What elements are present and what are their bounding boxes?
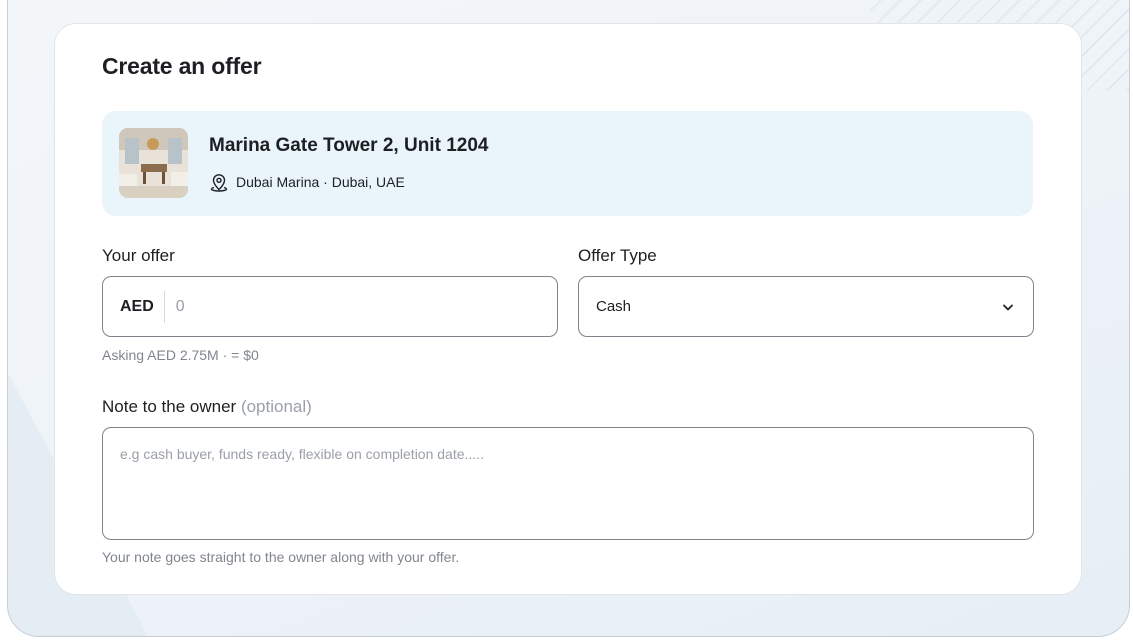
location-pin-icon [209,172,229,192]
offer-type-select[interactable]: Cash [578,276,1034,337]
note-label: Note to the owner (optional) [102,397,312,417]
property-summary: Marina Gate Tower 2, Unit 1204 Dubai Mar… [102,111,1033,216]
note-label-text: Note to the owner [102,397,237,416]
note-optional-tag: (optional) [240,397,312,416]
chevron-down-icon [1001,300,1015,314]
property-thumbnail [119,128,188,198]
property-name: Marina Gate Tower 2, Unit 1204 [209,135,489,156]
page-title: Create an offer [102,53,262,79]
currency-prefix: AED [103,290,165,323]
property-location-text: Dubai Marina · Dubai, UAE [236,174,405,190]
offer-label: Your offer [102,246,175,265]
offer-type-value: Cash [596,298,632,315]
offer-card: Create an offer Marina Gate Tower 2, Uni… [54,23,1082,595]
offer-amount-field[interactable]: AED [102,276,558,337]
note-textarea[interactable] [102,427,1034,540]
property-location: Dubai Marina · Dubai, UAE [209,172,405,192]
offer-type-label: Offer Type [578,246,657,265]
asking-price-hint: Asking AED 2.75M · = $0 [102,347,259,363]
offer-amount-input[interactable] [164,290,557,323]
note-hint: Your note goes straight to the owner alo… [102,549,460,565]
